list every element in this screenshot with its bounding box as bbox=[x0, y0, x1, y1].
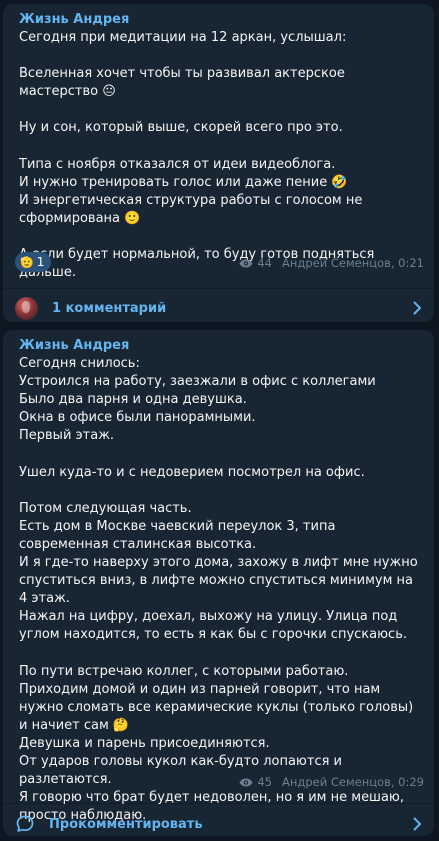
reaction-count: 1 bbox=[36, 255, 45, 269]
comments-label: 1 комментарий bbox=[52, 301, 167, 316]
post-meta: 45 Андрей Семенцов, 0:29 bbox=[239, 775, 424, 789]
author-time: Андрей Семенцов, 0:29 bbox=[282, 775, 424, 789]
view-count: 44 bbox=[257, 256, 272, 270]
post-text: Сегодня при медитации на 12 аркан, услыш… bbox=[19, 30, 375, 281]
channel-feed: Жизнь Андрея Сегодня при медитации на 12… bbox=[0, 0, 439, 841]
channel-name[interactable]: Жизнь Андрея bbox=[19, 337, 423, 354]
post-meta: 44 Андрей Семенцов, 0:21 bbox=[239, 256, 424, 270]
chevron-right-icon bbox=[413, 301, 421, 315]
chevron-right-icon bbox=[413, 817, 421, 831]
view-count: 45 bbox=[257, 775, 272, 789]
eye-icon bbox=[239, 259, 253, 267]
salute-emoji-icon: 🫡 bbox=[20, 255, 34, 269]
comments-button[interactable]: 1 комментарий bbox=[3, 289, 434, 322]
channel-post: Жизнь Андрея Сегодня снилось: Устроился … bbox=[3, 330, 434, 836]
comment-bubble-icon bbox=[16, 815, 34, 832]
commenter-avatar bbox=[15, 297, 38, 320]
comments-label: Прокомментировать bbox=[49, 816, 203, 832]
post-text: Сегодня снилось: Устроился на работу, за… bbox=[19, 356, 418, 824]
reaction-chip[interactable]: 🫡 1 bbox=[15, 252, 52, 272]
author-time: Андрей Семенцов, 0:21 bbox=[282, 256, 424, 270]
eye-icon bbox=[239, 778, 253, 786]
channel-name[interactable]: Жизнь Андрея bbox=[19, 11, 423, 28]
comment-button[interactable]: Прокомментировать bbox=[3, 804, 434, 836]
channel-post: Жизнь Андрея Сегодня при медитации на 12… bbox=[3, 4, 434, 322]
